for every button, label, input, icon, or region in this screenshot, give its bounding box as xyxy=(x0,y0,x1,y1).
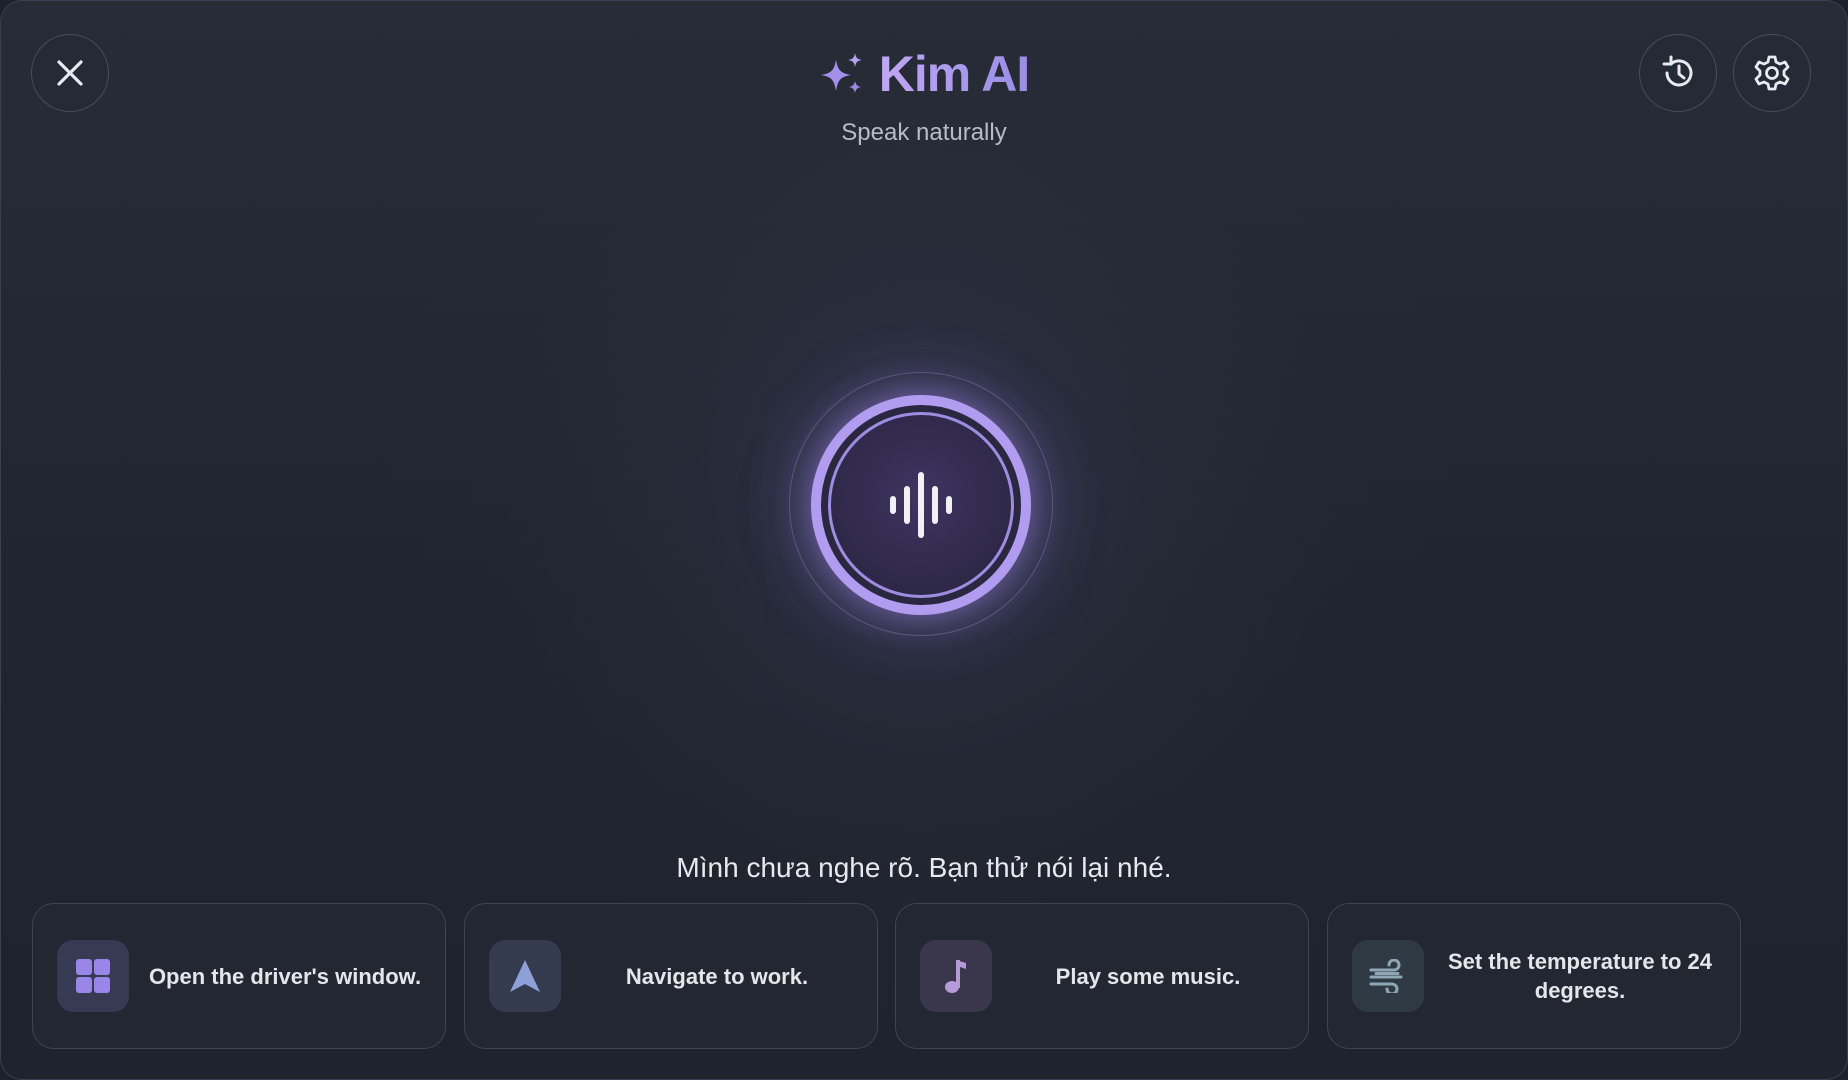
suggestion-open-window[interactable]: Open the driver's window. xyxy=(32,903,446,1049)
gear-icon xyxy=(1754,55,1790,91)
suggestion-icon-box xyxy=(920,940,992,1012)
suggestion-set-temperature[interactable]: Set the temperature to 24 degrees. xyxy=(1327,903,1741,1049)
music-note-icon xyxy=(945,960,966,993)
status-message: Mình chưa nghe rõ. Bạn thử nói lại nhé. xyxy=(676,852,1172,883)
settings-button[interactable] xyxy=(1733,34,1811,112)
wind-icon xyxy=(1369,959,1403,993)
voice-button-inner xyxy=(828,412,1014,598)
title-row: Kim AI xyxy=(1,41,1847,107)
voice-input-button[interactable] xyxy=(811,395,1031,615)
suggestion-navigate-work[interactable]: Navigate to work. xyxy=(464,903,878,1049)
subtitle: Speak naturally xyxy=(841,119,1007,146)
suggestion-icon-box xyxy=(489,940,561,1012)
history-button[interactable] xyxy=(1639,34,1717,112)
suggestion-label: Play some music. xyxy=(1055,963,1241,989)
suggestion-play-music[interactable]: Play some music. xyxy=(895,903,1309,1049)
sparkles-icon xyxy=(820,53,862,93)
suggestion-label: Navigate to work. xyxy=(625,963,809,989)
suggestion-label: Set the temperature to 24 degrees. xyxy=(1447,949,1713,1003)
app-title: Kim AI xyxy=(879,41,1030,107)
grid-icon xyxy=(76,959,110,993)
voice-assistant-panel: Kim AI Speak naturally Mình chưa nghe rõ… xyxy=(0,0,1848,1080)
navigation-arrow-icon xyxy=(510,960,540,992)
voice-waveform-icon xyxy=(890,472,952,538)
suggestion-label: Open the driver's window. xyxy=(148,963,422,989)
suggestion-icon-box xyxy=(57,940,129,1012)
history-icon xyxy=(1662,55,1693,87)
suggestion-icon-box xyxy=(1352,940,1424,1012)
